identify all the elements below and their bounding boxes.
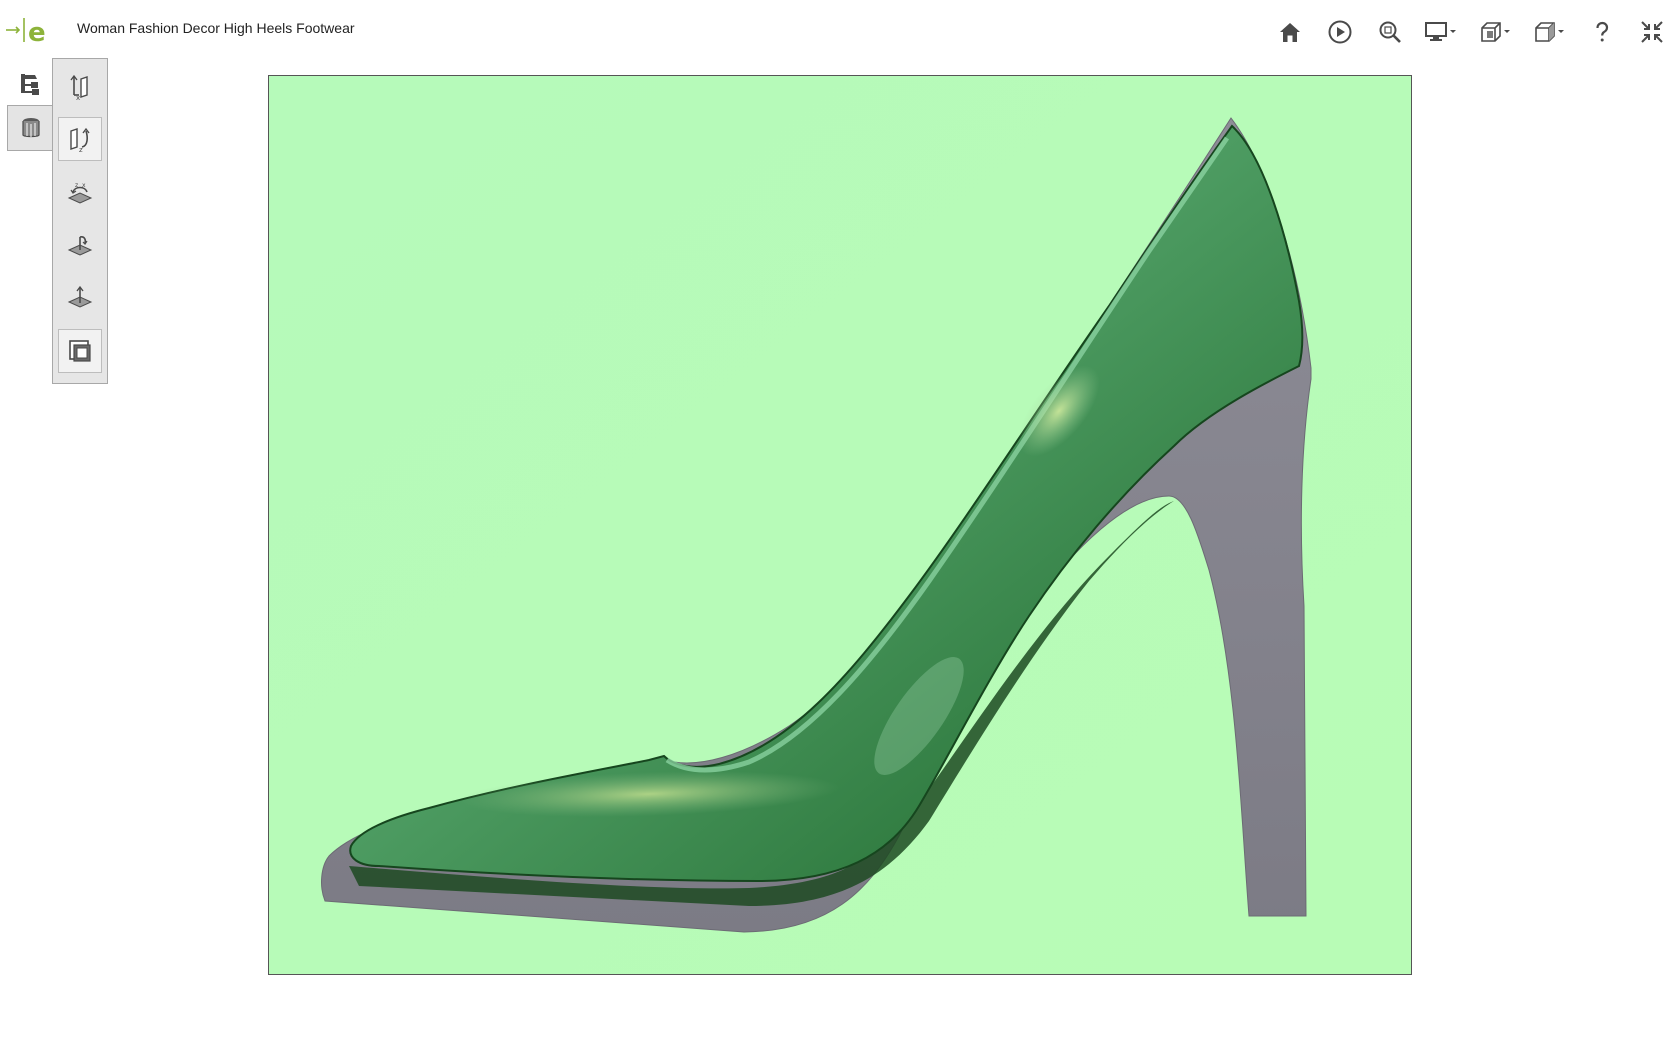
tree-icon — [21, 74, 39, 95]
home-button[interactable] — [1272, 14, 1308, 50]
plane-arrow-up-icon — [67, 285, 93, 308]
zoom-to-fit-button[interactable] — [1372, 14, 1408, 50]
model-title: Woman Fashion Decor High Heels Footwear — [77, 20, 355, 36]
component-tree-tab[interactable] — [8, 62, 52, 106]
fullscreen-button[interactable] — [1634, 14, 1670, 50]
top-toolbar — [1258, 14, 1670, 50]
home-icon — [1280, 23, 1300, 42]
rotate-plane-tool[interactable]: z x — [58, 171, 102, 215]
svg-text:z: z — [79, 146, 83, 153]
tilt-plane-icon — [67, 236, 93, 256]
configurations-icon — [21, 118, 40, 138]
question-icon — [1596, 21, 1609, 42]
edrawings-viewer: e Woman Fashion Decor High Heels Footwea… — [0, 0, 1680, 1050]
display-style-button[interactable] — [1422, 14, 1462, 50]
model-viewport[interactable] — [268, 75, 1412, 975]
monitor-icon — [1425, 22, 1456, 41]
svg-text:e: e — [28, 18, 46, 48]
collapse-arrows-icon — [1641, 21, 1663, 43]
move-up-tool[interactable] — [58, 275, 102, 319]
section-cube-icon — [1481, 22, 1510, 42]
rotate-z-tool[interactable]: z — [58, 117, 102, 161]
layers-tool[interactable] — [58, 329, 102, 373]
rotate-plane-icon: z x — [67, 182, 93, 204]
rotate-x-tool[interactable]: x — [58, 65, 102, 109]
section-view-button[interactable] — [1476, 14, 1516, 50]
play-circle-icon — [1328, 20, 1352, 44]
play-button[interactable] — [1322, 14, 1358, 50]
edrawings-logo: e — [6, 12, 52, 48]
view-cube-icon — [1535, 22, 1564, 42]
tilt-plane-tool[interactable] — [58, 223, 102, 267]
tool-panel: x z z x — [52, 58, 108, 384]
model-canvas — [269, 76, 1411, 974]
zoom-fit-icon — [1379, 21, 1401, 43]
configurations-tab[interactable] — [7, 105, 53, 151]
svg-text:z: z — [75, 182, 78, 189]
svg-text:x: x — [76, 94, 80, 101]
help-button[interactable] — [1584, 14, 1620, 50]
rotate-axis-z-icon: z — [70, 127, 90, 153]
rotate-axis-x-icon: x — [70, 74, 88, 101]
layers-icon — [69, 340, 91, 362]
standard-views-button[interactable] — [1530, 14, 1570, 50]
svg-text:x: x — [82, 182, 86, 189]
